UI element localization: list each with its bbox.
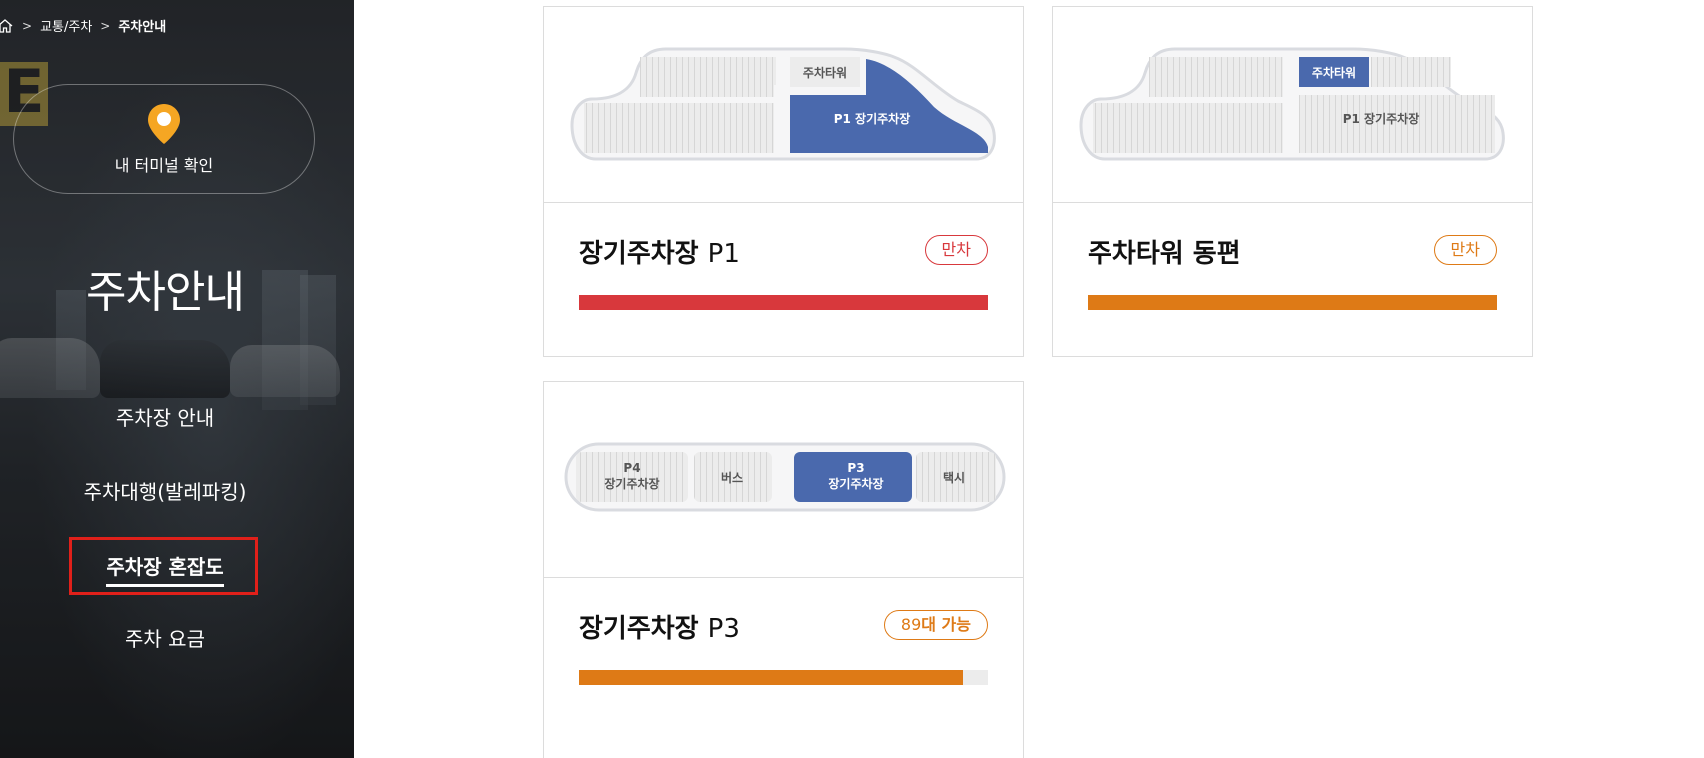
- status-badge: 만차: [1433, 235, 1497, 265]
- congestion-bar: [579, 670, 988, 685]
- location-pin-icon: [148, 104, 180, 144]
- parking-map: P4 장기주차장 버스 P3 장기주차장 택시: [544, 382, 1023, 578]
- map-label-p4-sub: 장기주차장: [604, 476, 659, 491]
- card-title: 장기주차장 P3: [579, 608, 740, 645]
- congestion-bar: [1088, 295, 1497, 310]
- map-label-lot: P1 장기주차장: [1343, 111, 1420, 126]
- breadcrumb: > 교통/주차 > 주차안내: [0, 16, 166, 35]
- map-label-tower: 주차타워: [1312, 65, 1356, 80]
- status-badge: 만차: [924, 235, 988, 265]
- nav-item-valet[interactable]: 주차대행(발레파킹): [0, 476, 330, 505]
- nav-item-label: 주차장 안내: [115, 406, 215, 430]
- card-info: 장기주차장 P1 만차: [544, 203, 1023, 357]
- map-label-bus: 버스: [721, 470, 743, 485]
- sidebar: E > 교통/주차 > 주차안내 내 터미널 확인 주차안내 주차장 안내 주차…: [0, 0, 354, 758]
- nav-item-congestion[interactable]: 주차장 혼잡도: [0, 551, 330, 587]
- card-title: 장기주차장 P1: [579, 233, 740, 270]
- card-title-code: P3: [707, 614, 740, 644]
- page-title: 주차안내: [86, 267, 245, 318]
- parking-map: 주차타워 P1 장기주차장: [1053, 7, 1532, 203]
- my-terminal-label: 내 터미널 확인: [114, 156, 214, 175]
- card-info: 장기주차장 P3 89대 가능: [544, 578, 1023, 732]
- congestion-bar-fill: [579, 670, 964, 685]
- parking-card-p3: P4 장기주차장 버스 P3 장기주차장 택시 장기주차장 P3 89대 가능: [543, 381, 1024, 758]
- availability-badge: 89대 가능: [883, 610, 988, 640]
- chevron-right-icon: >: [100, 18, 111, 33]
- map-label-taxi: 택시: [943, 470, 965, 485]
- parking-map: 주차타워 P1 장기주차장: [544, 7, 1023, 203]
- card-title: 주차타워 동편: [1088, 233, 1241, 270]
- availability-suffix: 대 가능: [921, 615, 971, 634]
- nav-item-label: 주차대행(발레파킹): [83, 480, 247, 504]
- parking-map-diagram: 주차타워 P1 장기주차장: [1079, 47, 1505, 161]
- parking-map-diagram: P4 장기주차장 버스 P3 장기주차장 택시: [564, 442, 1006, 512]
- card-title-text: 장기주차장: [579, 239, 699, 269]
- map-label-p4: P4: [623, 461, 640, 475]
- parking-card-tower-east: 주차타워 P1 장기주차장 주차타워 동편 만차: [1052, 6, 1533, 357]
- availability-count: 89: [900, 615, 922, 634]
- nav-item-fees[interactable]: 주차 요금: [0, 623, 330, 652]
- map-label-p3: P3: [847, 461, 864, 475]
- chevron-right-icon: >: [22, 18, 33, 33]
- home-icon[interactable]: [0, 18, 14, 34]
- card-title-text: 주차타워 동편: [1088, 239, 1241, 269]
- nav-item-label-active: 주차장 혼잡도: [106, 551, 224, 587]
- congestion-bar-fill: [579, 295, 988, 310]
- map-label-p3-sub: 장기주차장: [828, 476, 883, 491]
- parking-map-diagram: 주차타워 P1 장기주차장: [570, 47, 996, 161]
- nav-item-parking-info[interactable]: 주차장 안내: [0, 402, 330, 431]
- parking-card-p1: 주차타워 P1 장기주차장 장기주차장 P1 만차: [543, 6, 1024, 357]
- map-label-lot: P1 장기주차장: [834, 111, 911, 126]
- breadcrumb-current: 주차안내: [118, 20, 167, 35]
- map-label-tower: 주차타워: [803, 65, 847, 80]
- card-title-code: P1: [707, 239, 740, 269]
- congestion-bar-fill: [1088, 295, 1497, 310]
- congestion-bar: [579, 295, 988, 310]
- card-title-text: 장기주차장: [579, 614, 699, 644]
- my-terminal-button[interactable]: 내 터미널 확인: [13, 84, 315, 194]
- card-info: 주차타워 동편 만차: [1053, 203, 1532, 357]
- breadcrumb-item[interactable]: 교통/주차: [40, 16, 92, 35]
- nav-item-label: 주차 요금: [125, 627, 205, 651]
